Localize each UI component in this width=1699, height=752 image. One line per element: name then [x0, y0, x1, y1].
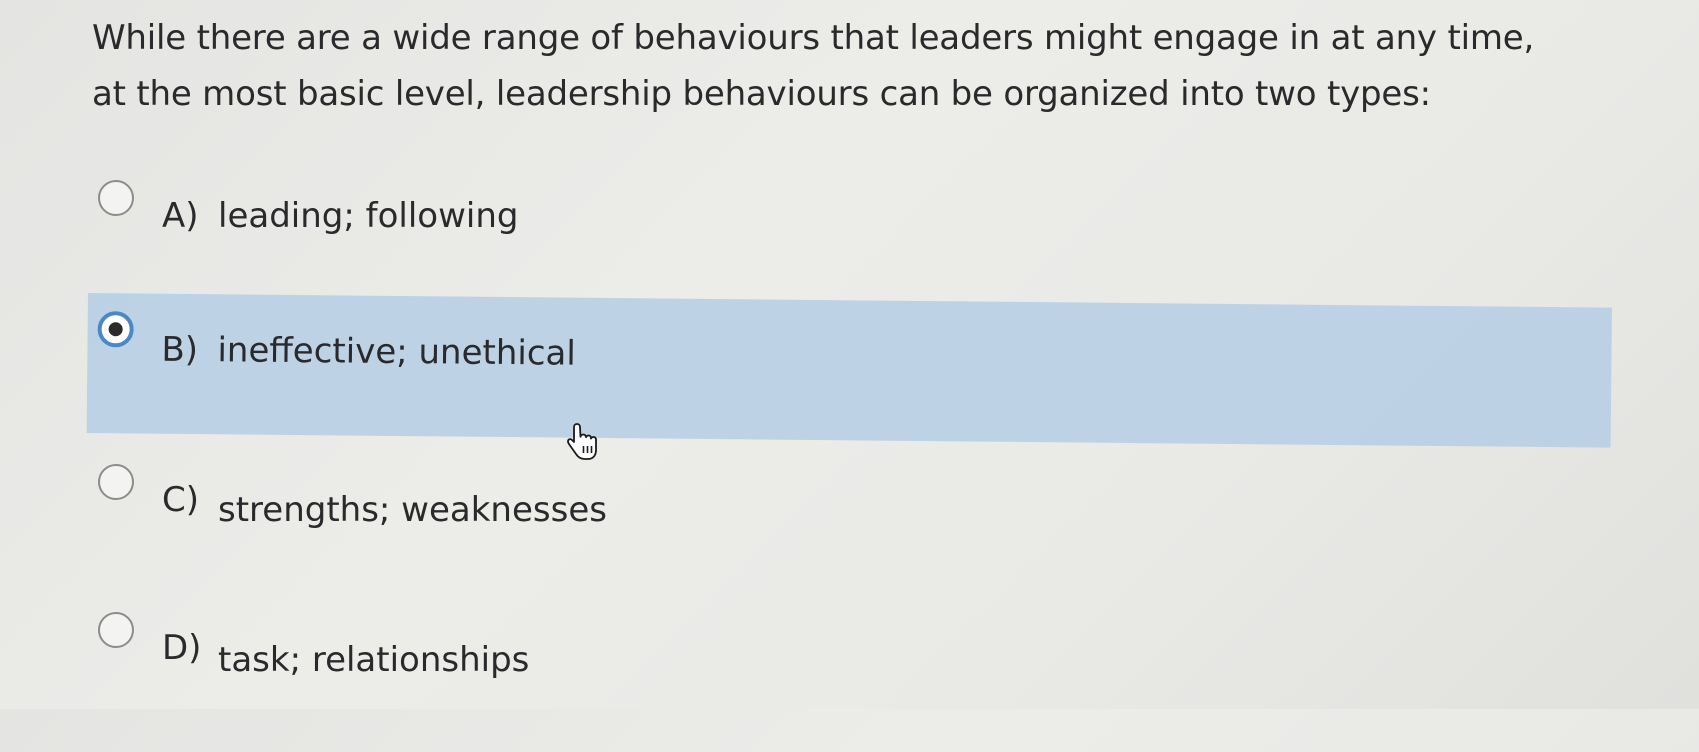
option-b-label: ineffective; unethical — [217, 330, 576, 374]
hand-pointer-icon — [566, 422, 600, 462]
radio-button-d[interactable] — [98, 612, 134, 648]
option-d-label: task; relationships — [218, 640, 530, 680]
option-c[interactable]: C) strengths; weaknesses — [88, 462, 1612, 602]
option-c-label: strengths; weaknesses — [218, 490, 607, 530]
radio-button-c[interactable] — [98, 464, 134, 500]
option-d-letter: D) — [162, 628, 202, 668]
option-a-letter: A) — [162, 196, 199, 236]
option-d[interactable]: D) task; relationships — [88, 612, 1612, 752]
radio-button-b[interactable] — [97, 311, 134, 348]
option-a-label: leading; following — [218, 196, 519, 236]
answer-options: A) leading; following B) ineffective; un… — [0, 0, 1699, 709]
radio-button-a[interactable] — [98, 180, 134, 216]
radio-selected-dot — [108, 322, 123, 337]
option-b-letter: B) — [161, 329, 199, 371]
option-c-letter: C) — [162, 480, 200, 520]
option-b[interactable]: B) ineffective; unethical — [86, 293, 1612, 448]
